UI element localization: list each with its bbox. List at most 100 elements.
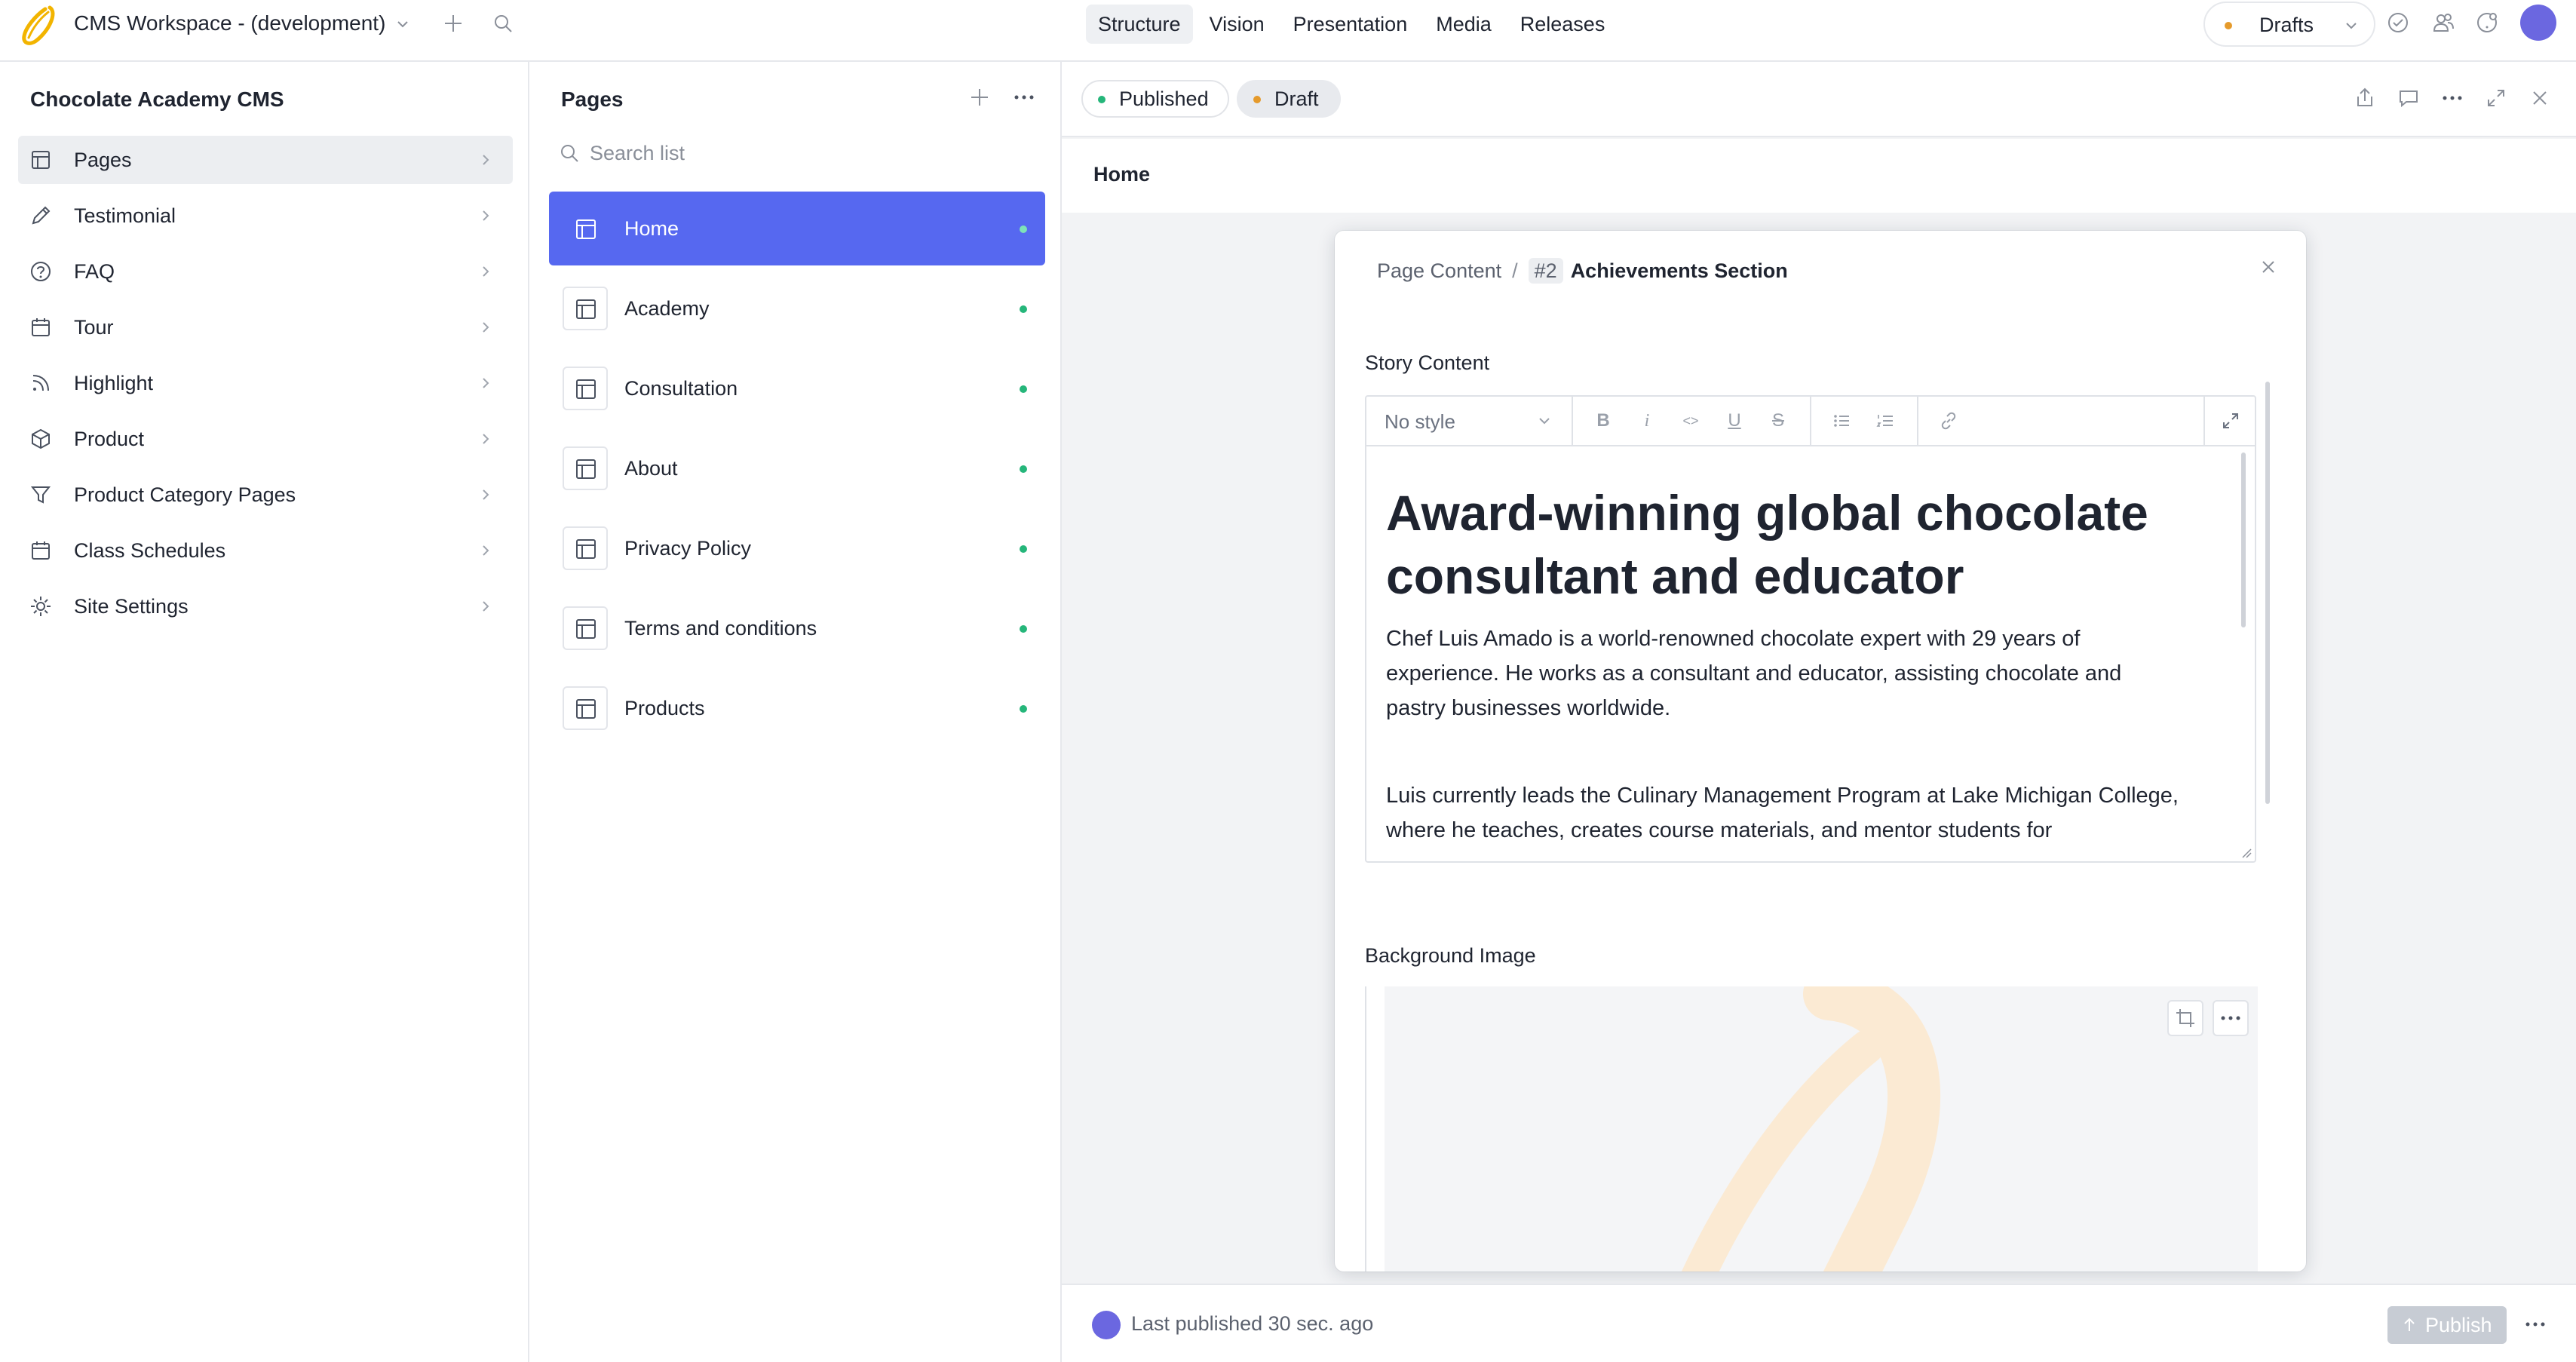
search-icon[interactable] [492,12,514,35]
chevron-right-icon [477,262,495,281]
strikethrough-button[interactable]: S [1766,409,1790,433]
help-icon[interactable] [2475,11,2499,35]
published-status-dot [1020,225,1027,233]
text-style-select[interactable]: No style [1366,397,1573,445]
create-new-icon[interactable] [442,12,465,35]
sidebar-item-label: Highlight [74,372,154,394]
sidebar-item-product-category-pages[interactable]: Product Category Pages [18,471,513,519]
editor-content[interactable]: Award-winning global chocolate consultan… [1366,446,2255,861]
dialog-scrollbar[interactable] [2265,382,2270,804]
list-item-products[interactable]: Products [549,671,1045,745]
sidebar-item-label: Pages [74,149,132,171]
bold-button[interactable]: B [1591,409,1615,433]
search-list-input[interactable] [590,137,1012,169]
sidebar-item-product[interactable]: Product [18,415,513,463]
tab-presentation[interactable]: Presentation [1281,5,1420,44]
user-avatar[interactable] [2520,5,2556,41]
sidebar-item-class-schedules[interactable]: Class Schedules [18,526,513,575]
tab-vision[interactable]: Vision [1198,5,1277,44]
published-version-button[interactable]: Published [1081,80,1229,118]
more-icon[interactable] [1010,84,1038,110]
filter-icon [29,483,53,507]
field-label: Story Content [1365,351,1490,374]
breadcrumb[interactable]: Home [1093,163,1150,186]
publish-button[interactable]: Publish [2387,1306,2507,1344]
tasks-check-icon[interactable] [2386,11,2410,35]
drafts-dropdown[interactable]: Drafts [2203,2,2375,47]
publish-label: Publish [2425,1314,2492,1336]
list-item-label: Academy [624,297,710,320]
list-item-label: Consultation [624,377,738,400]
link-icon[interactable] [1937,409,1961,433]
document-icon [563,606,608,650]
list-item-academy[interactable]: Academy [549,271,1045,345]
list-item-about[interactable]: About [549,431,1045,505]
structure-sidebar: Chocolate Academy CMS Pages Testimonial … [0,62,529,1362]
document-icon [563,287,608,330]
document-icon [563,207,608,250]
tab-releases[interactable]: Releases [1508,5,1618,44]
published-status-dot [1020,385,1027,393]
editor-scrollbar[interactable] [2241,452,2246,627]
close-icon[interactable] [2526,84,2553,112]
edit-section-dialog: Page Content / #2 Achievements Section Stor… [1335,231,2306,1272]
sidebar-item-highlight[interactable]: Highlight [18,359,513,407]
published-status-dot [1020,305,1027,313]
list-item-label: Terms and conditions [624,617,817,640]
story-paragraph: Luis currently leads the Culinary Manage… [1386,784,2179,842]
draft-version-button[interactable]: Draft [1237,80,1341,118]
sidebar-item-pages[interactable]: Pages [18,136,513,184]
list-item-privacy-policy[interactable]: Privacy Policy [549,511,1045,585]
breadcrumb-current: Achievements Section [1570,259,1788,282]
users-icon[interactable] [2431,11,2455,35]
resize-handle-icon[interactable] [2241,848,2252,858]
sidebar-item-site-settings[interactable]: Site Settings [18,582,513,630]
chevron-right-icon [477,318,495,336]
more-icon[interactable] [2213,1000,2249,1036]
chevron-right-icon [477,207,495,225]
gear-icon [29,594,53,618]
share-icon[interactable] [2351,84,2378,112]
underline-button[interactable]: U [1722,409,1746,433]
field-label: Background Image [1365,944,1536,967]
add-page-icon[interactable] [967,84,992,110]
sidebar-item-testimonial[interactable]: Testimonial [18,192,513,240]
draft-status-dot [1253,96,1261,103]
document-icon [563,526,608,570]
expand-icon[interactable] [2482,84,2510,112]
sidebar-item-tour[interactable]: Tour [18,303,513,351]
workspace-title[interactable]: CMS Workspace - (development) [74,11,385,36]
package-icon [29,427,53,451]
more-icon[interactable] [2439,84,2466,112]
background-image-field [1365,986,2258,1272]
close-icon[interactable] [2255,253,2282,281]
app-logo-icon[interactable] [20,5,57,45]
rich-text-editor: No style B i <> U S Award-winning global… [1365,395,2256,863]
bullet-list-icon[interactable] [1829,409,1854,433]
pages-list-pane: Pages Home Academy Consultation About Pr… [529,62,1062,1362]
document-icon [563,367,608,410]
tab-structure[interactable]: Structure [1086,5,1193,44]
story-paragraph: Chef Luis Amado is a world-renowned choc… [1386,627,2122,720]
comment-icon[interactable] [2395,84,2422,112]
last-published-status: Last published 30 sec. ago [1131,1312,1374,1335]
calendar-icon [29,315,53,339]
sidebar-item-faq[interactable]: FAQ [18,247,513,296]
list-item-home[interactable]: Home [549,192,1045,265]
breadcrumb-root[interactable]: Page Content [1377,259,1501,282]
fullscreen-editor-icon[interactable] [2203,397,2255,445]
italic-button[interactable]: i [1635,409,1659,433]
page-layout-icon [29,148,53,172]
crop-icon[interactable] [2167,1000,2203,1036]
image-preview[interactable] [1385,986,2258,1272]
chevron-right-icon [477,430,495,448]
main-nav: Structure Vision Presentation Media Rele… [1086,5,1617,44]
numbered-list-icon[interactable] [1873,409,1897,433]
tab-media[interactable]: Media [1424,5,1504,44]
more-icon[interactable] [2522,1311,2549,1338]
logo-watermark-icon [1681,986,1940,1272]
chevron-down-icon[interactable] [394,15,412,33]
list-item-consultation[interactable]: Consultation [549,351,1045,425]
code-button[interactable]: <> [1679,409,1703,433]
list-item-terms-and-conditions[interactable]: Terms and conditions [549,591,1045,665]
